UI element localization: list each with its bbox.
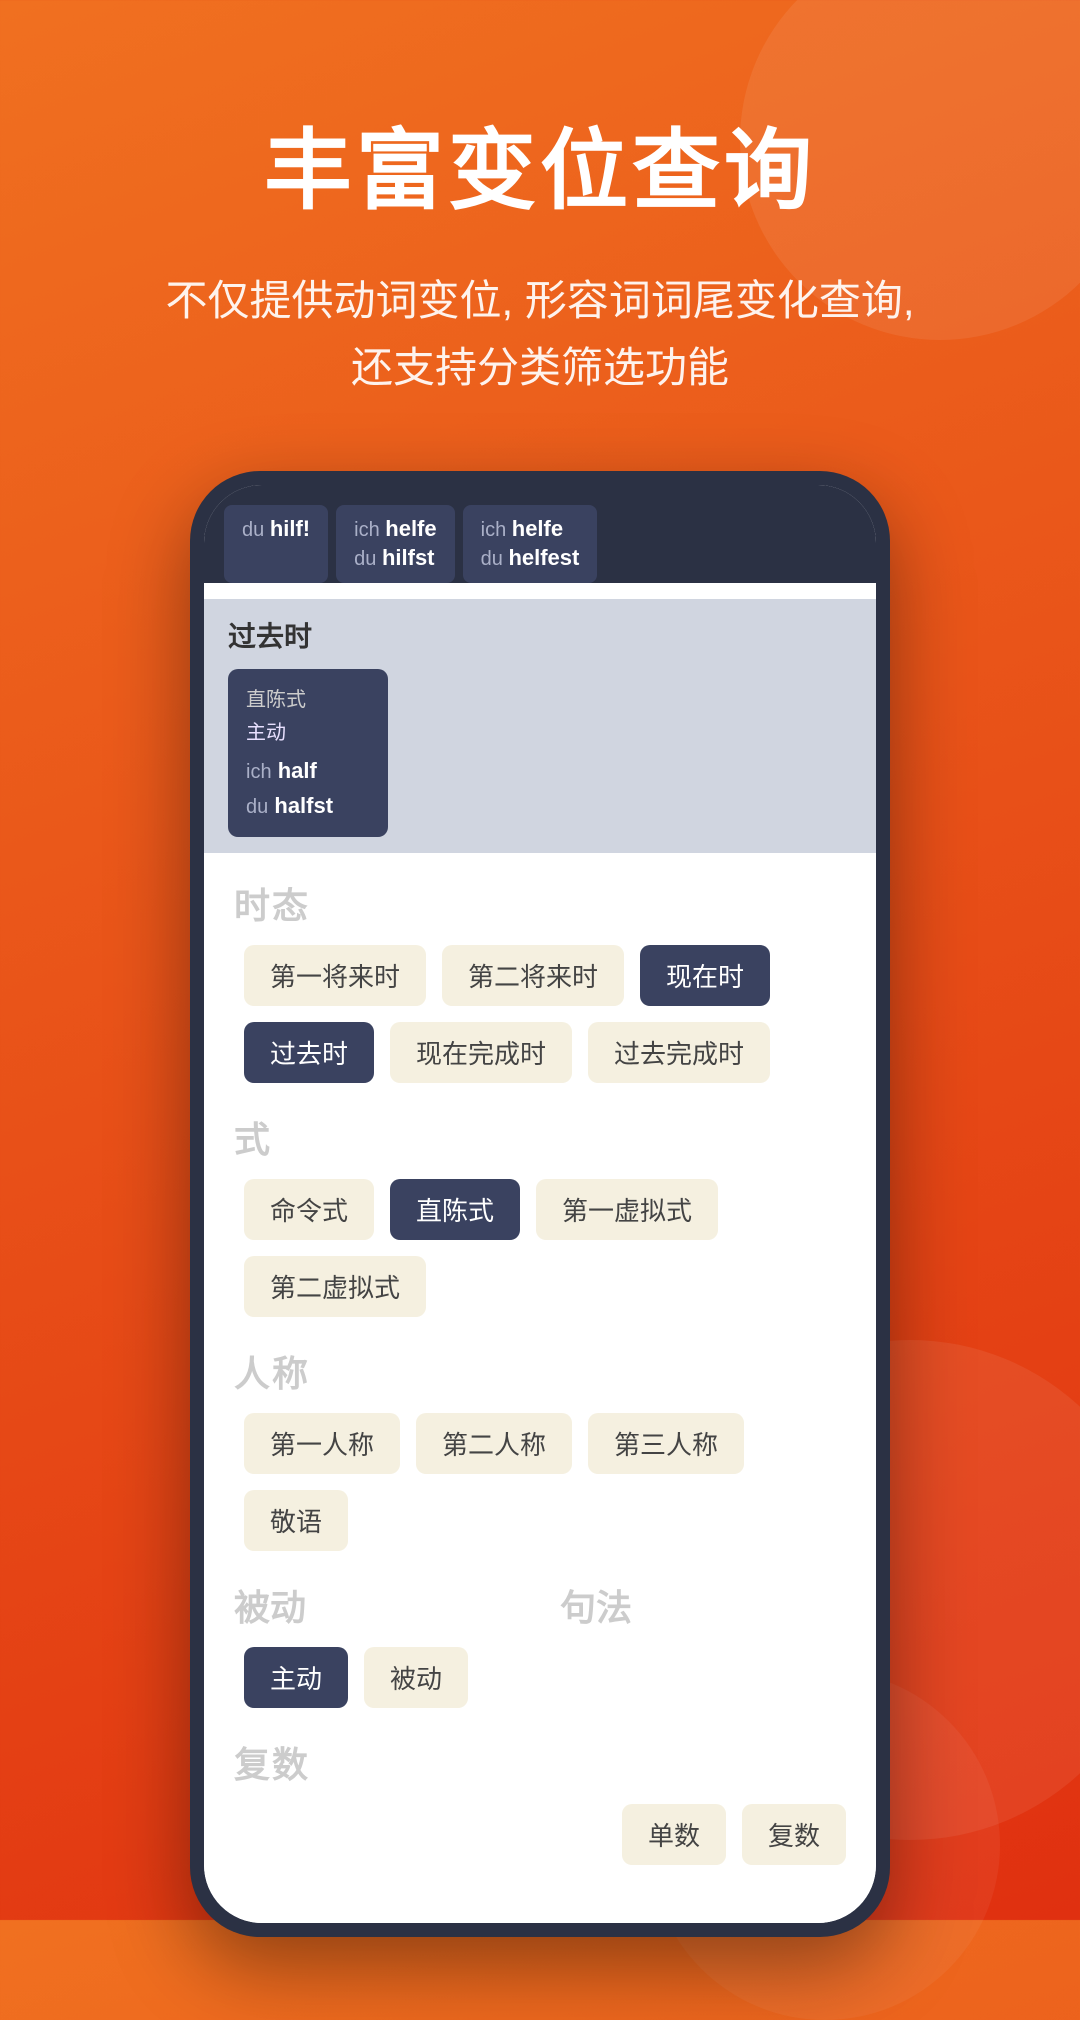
filter-pill-subj2[interactable]: 第二虚拟式 (244, 1256, 426, 1317)
filter-pills-person: 第一人称 第二人称 第三人称 敬语 (234, 1413, 846, 1551)
main-title: 丰富变位查询 (264, 100, 816, 227)
filter-title-tense: 时态 (234, 877, 846, 929)
tooltip-3: ich helfe du helfest (463, 505, 598, 582)
filter-pill-singular[interactable]: 单数 (622, 1804, 726, 1865)
tooltip-2-form2: hilfst (382, 545, 435, 570)
filter-pill-subj1[interactable]: 第一虚拟式 (536, 1179, 718, 1240)
filter-section: 时态 第一将来时 第二将来时 现在时 过去时 现在完成时 过去完成时 式 命令式 (204, 853, 876, 1923)
filter-title-voice: 被动 (234, 1579, 520, 1631)
conjugation-card: 直陈式 主动 ich half du halfst (228, 669, 388, 837)
past-tense-label: 过去时 (228, 615, 852, 655)
filter-pills-tense: 第一将来时 第二将来时 现在时 过去时 现在完成时 过去完成时 (234, 945, 846, 1083)
filter-pill-1st[interactable]: 第一人称 (244, 1413, 400, 1474)
tooltip-1: du hilf! (224, 505, 328, 582)
filter-pill-2nd[interactable]: 第二人称 (416, 1413, 572, 1474)
conj-pronoun2: du (246, 796, 268, 818)
filter-group-mood: 式 命令式 直陈式 第一虚拟式 第二虚拟式 (234, 1111, 846, 1317)
tooltip-3-form1: helfe (512, 516, 563, 541)
tooltip-1-pronoun: du (242, 519, 270, 541)
conj-pronoun1: ich (246, 761, 272, 783)
filter-group-person: 人称 第一人称 第二人称 第三人称 敬语 (234, 1345, 846, 1551)
filter-subgroup-syntax: 句法 (560, 1579, 846, 1708)
filter-pill-future2[interactable]: 第二将来时 (442, 945, 624, 1006)
filter-pill-present-perfect[interactable]: 现在完成时 (390, 1022, 572, 1083)
conj-category: 直陈式 (246, 683, 370, 712)
filter-pill-formal[interactable]: 敬语 (244, 1490, 348, 1551)
tooltip-3-form2: helfest (508, 545, 579, 570)
filter-pills-mood: 命令式 直陈式 第一虚拟式 第二虚拟式 (234, 1179, 846, 1317)
filter-pills-number: 单数 复数 (234, 1804, 846, 1865)
tooltip-2-pronoun1: ich (354, 519, 385, 541)
filter-pill-active[interactable]: 主动 (244, 1647, 348, 1708)
filter-title-person: 人称 (234, 1345, 846, 1397)
filter-group-voice-syntax: 被动 主动 被动 句法 (234, 1579, 846, 1708)
filter-pill-indicative[interactable]: 直陈式 (390, 1179, 520, 1240)
filter-title-number: 复数 (234, 1736, 846, 1788)
page-content: 丰富变位查询 不仅提供动词变位, 形容词词尾变化查询,还支持分类筛选功能 du … (0, 0, 1080, 1937)
past-tense-section: 过去时 直陈式 主动 ich half du halfst (204, 599, 876, 853)
filter-group-number: 复数 单数 复数 (234, 1736, 846, 1865)
subtitle: 不仅提供动词变位, 形容词词尾变化查询,还支持分类筛选功能 (85, 267, 994, 401)
conj-forms: ich half du halfst (246, 753, 370, 823)
tooltip-2: ich helfe du hilfst (336, 505, 454, 582)
tooltip-3-pronoun2: du (481, 548, 509, 570)
conj-verb1: half (278, 758, 317, 783)
filter-pill-past[interactable]: 过去时 (244, 1022, 374, 1083)
conj-verb2: halfst (274, 793, 333, 818)
tooltip-3-pronoun1: ich (481, 519, 512, 541)
tooltip-2-form1: helfe (385, 516, 436, 541)
filter-pills-voice: 主动 被动 (234, 1647, 520, 1708)
phone-mockup: du hilf! ich helfe du hilfst ich helfe d… (190, 471, 890, 1937)
filter-pill-future1[interactable]: 第一将来时 (244, 945, 426, 1006)
filter-group-tense: 时态 第一将来时 第二将来时 现在时 过去时 现在完成时 过去完成时 (234, 877, 846, 1083)
filter-subgroup-voice: 被动 主动 被动 (234, 1579, 520, 1708)
tooltip-1-form: hilf! (270, 516, 310, 541)
tooltip-row: du hilf! ich helfe du hilfst ich helfe d… (224, 505, 856, 582)
filter-pill-present[interactable]: 现在时 (640, 945, 770, 1006)
filter-pill-passive[interactable]: 被动 (364, 1647, 468, 1708)
filter-pill-plural[interactable]: 复数 (742, 1804, 846, 1865)
filter-pill-imperative[interactable]: 命令式 (244, 1179, 374, 1240)
filter-title-mood: 式 (234, 1111, 846, 1163)
filter-pill-past-perfect[interactable]: 过去完成时 (588, 1022, 770, 1083)
filter-pill-3rd[interactable]: 第三人称 (588, 1413, 744, 1474)
phone-top-section: du hilf! ich helfe du hilfst ich helfe d… (204, 485, 876, 582)
filter-title-syntax: 句法 (560, 1579, 846, 1631)
conj-voice: 主动 (246, 716, 370, 745)
tooltip-2-pronoun2: du (354, 548, 382, 570)
phone-screen: du hilf! ich helfe du hilfst ich helfe d… (204, 485, 876, 1923)
